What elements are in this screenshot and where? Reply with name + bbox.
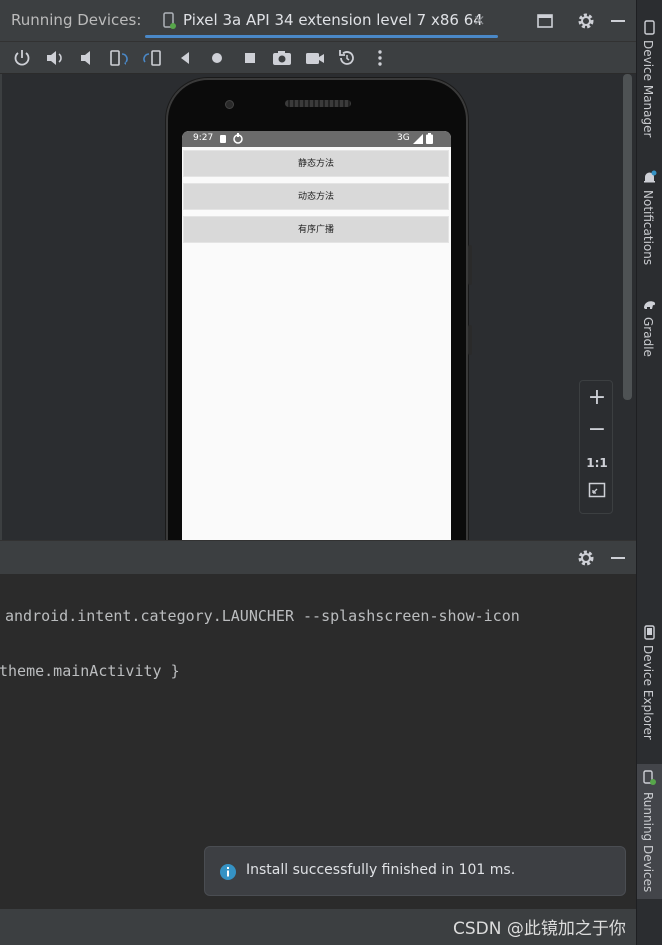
log-line: android.intent.category.LAUNCHER --splas… [5,607,520,625]
run-panel-header [0,540,636,574]
log-line: theme.mainActivity } [0,662,180,680]
info-icon [220,864,236,880]
actual-size-button[interactable]: 1:1 [580,447,614,479]
reset-icon[interactable] [336,47,358,69]
tab-selected-indicator [145,35,498,38]
sidebar-item-device-explorer[interactable]: Device Explorer [637,625,662,745]
tab-label: Pixel 3a API 34 extension level 7 x86 64 [183,11,483,29]
emulator-screen[interactable]: 9:27 3G 静态方法 动态方法 有序广播 [182,131,451,551]
close-icon[interactable]: × [473,11,486,29]
power-icon[interactable] [11,47,33,69]
left-gutter [0,74,2,540]
speaker-grille [285,100,351,107]
maximize-icon[interactable] [535,11,555,31]
watermark: CSDN @此镜加之于你 [453,919,626,939]
minimize-icon[interactable] [608,548,628,568]
battery-icon [426,133,433,144]
status-time: 9:27 [193,133,214,143]
bell-icon [644,170,657,183]
install-notification[interactable]: Install successfully finished in 101 ms. [204,846,626,896]
minimize-icon[interactable] [608,11,628,31]
signal-icon [413,134,423,144]
sidebar-label: Notifications [641,190,655,266]
ordered-broadcast-button[interactable]: 有序广播 [183,216,449,243]
screen-record-icon[interactable] [304,47,326,69]
more-icon[interactable] [369,47,391,69]
sidebar-label: Device Explorer [641,645,655,740]
notification-text: Install successfully finished in 101 ms. [246,862,516,878]
sidebar-item-device-manager[interactable]: Device Manager [637,20,662,155]
gear-icon[interactable] [576,548,596,568]
overview-icon[interactable] [239,47,261,69]
device-explorer-icon [644,625,655,640]
zoom-in-button[interactable]: + [580,383,614,415]
static-method-button[interactable]: 静态方法 [183,150,449,177]
status-network: 3G [397,133,410,143]
volume-down-icon[interactable] [77,47,99,69]
screenshot-icon[interactable] [271,47,293,69]
sidebar-item-gradle[interactable]: Gradle [637,297,662,367]
camera-icon [225,100,234,109]
dynamic-method-button[interactable]: 动态方法 [183,183,449,210]
home-icon[interactable] [206,47,228,69]
volume-up-icon[interactable] [44,47,66,69]
sidebar-label: Running Devices [641,792,655,893]
tab-pixel-3a[interactable]: Pixel 3a API 34 extension level 7 x86 64… [145,0,498,42]
rotate-right-icon[interactable] [141,47,163,69]
back-icon[interactable] [174,47,196,69]
right-tool-strip: Device Manager Notifications Gradle Devi… [636,0,662,945]
android-status-bar: 9:27 3G [182,131,451,147]
device-manager-icon [644,20,655,35]
fit-screen-icon[interactable] [588,481,606,499]
phone-power-button [468,325,472,355]
tool-window-title: Running Devices: [11,11,142,29]
phone-volume-button [468,245,472,285]
zoom-out-button[interactable]: − [580,415,614,447]
sim-icon [220,135,226,143]
sidebar-label: Device Manager [641,40,655,138]
sidebar-item-notifications[interactable]: Notifications [637,170,662,280]
gradle-icon [644,301,656,309]
ide-window: Running Devices: Pixel 3a API 34 extensi… [0,0,662,945]
device-scrollbar[interactable] [623,74,632,400]
running-devices-header: Running Devices: Pixel 3a API 34 extensi… [0,0,636,42]
gear-icon[interactable] [576,11,596,31]
sidebar-item-running-devices[interactable]: Running Devices [637,764,662,899]
app-notification-icon [233,133,243,144]
sidebar-label: Gradle [641,317,655,357]
device-icon [163,12,176,29]
emulator-toolbar [0,42,636,74]
running-devices-icon [643,770,656,785]
zoom-controls: + − 1:1 [579,380,613,514]
rotate-left-icon[interactable] [108,47,130,69]
